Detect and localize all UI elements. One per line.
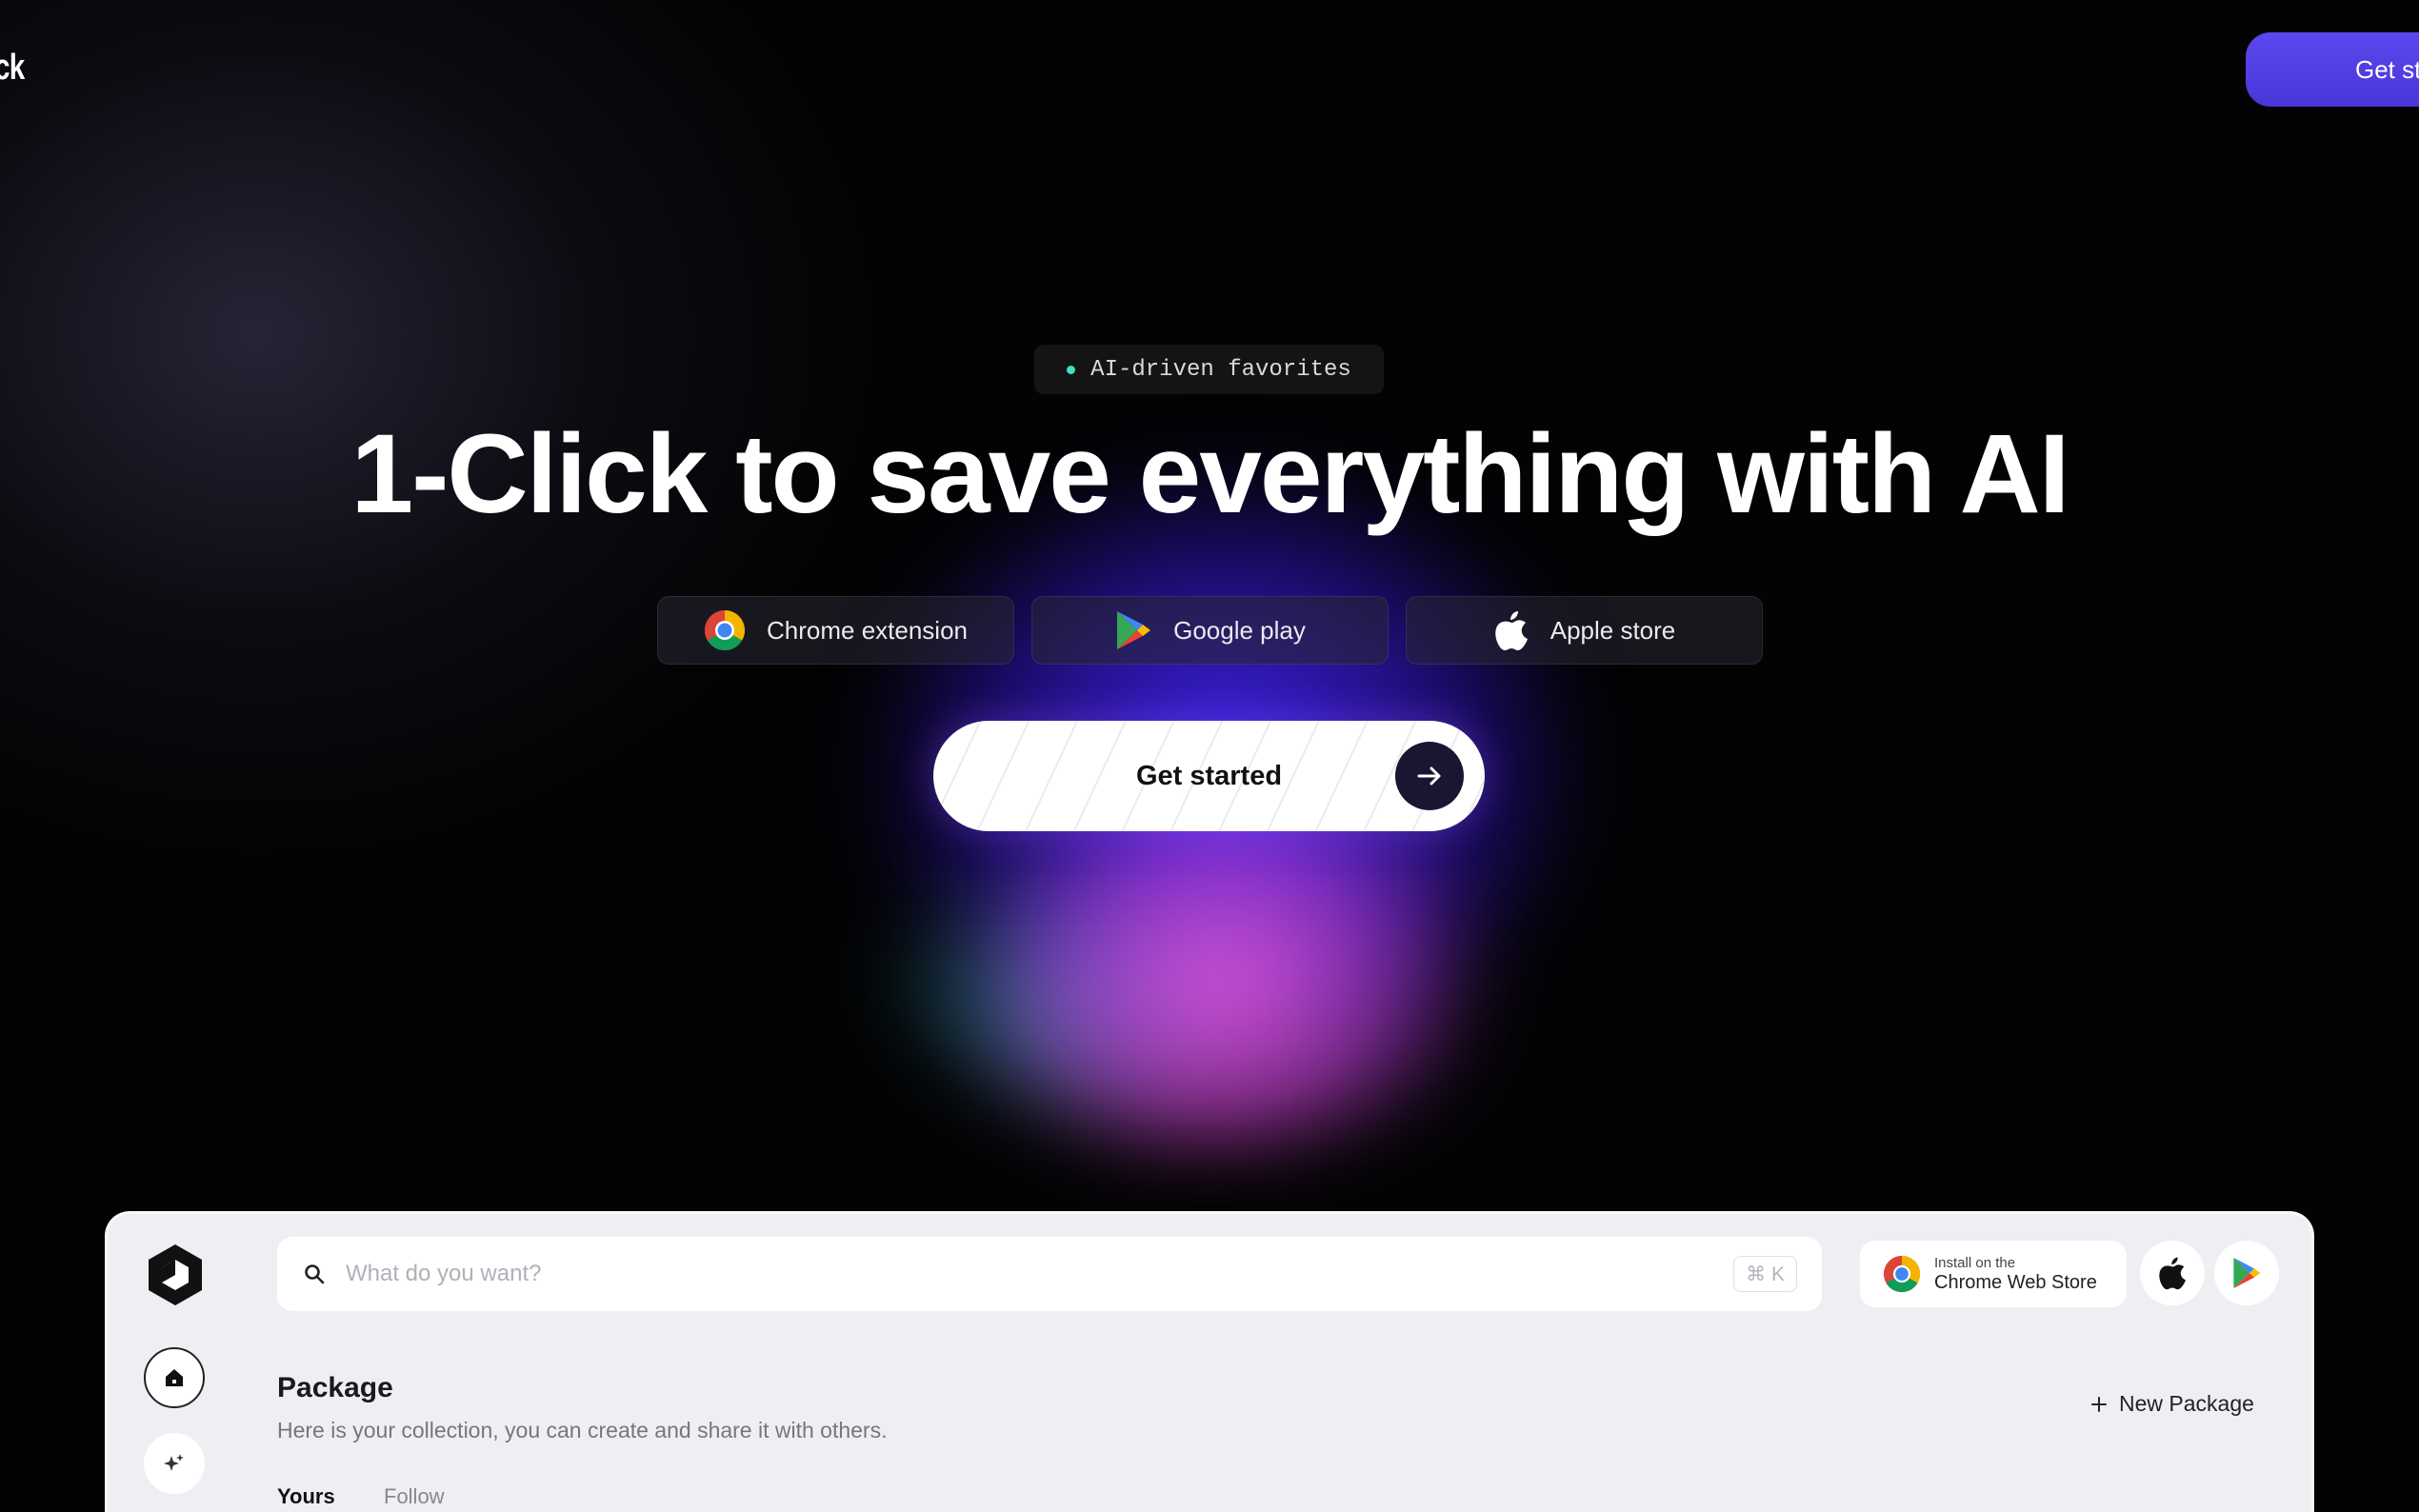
new-package-button[interactable]: New Package xyxy=(2090,1391,2254,1417)
search-input[interactable] xyxy=(346,1261,1660,1287)
google-play-round-button[interactable] xyxy=(2214,1241,2279,1305)
app-logo-icon[interactable] xyxy=(146,1243,205,1307)
landing-page: ck Get st AI-driven favorites 1-Click to… xyxy=(0,0,2419,1512)
badge-label: AI-driven favorites xyxy=(1090,356,1351,383)
arrow-right-icon[interactable] xyxy=(1395,742,1464,810)
chrome-icon xyxy=(1883,1255,1921,1293)
home-nav-button[interactable] xyxy=(144,1347,205,1408)
chrome-store-text: Install on the Chrome Web Store xyxy=(1934,1255,2097,1294)
chrome-icon xyxy=(704,610,746,651)
google-play-icon xyxy=(2233,1258,2261,1288)
tab-yours[interactable]: Yours xyxy=(277,1484,335,1509)
search-bar[interactable]: ⌘ K xyxy=(277,1237,1822,1311)
shortcut-hint: ⌘ K xyxy=(1733,1256,1797,1292)
hero-badge: AI-driven favorites xyxy=(1034,345,1384,394)
app-preview-panel: ⌘ K Install on the Chrome Web Store xyxy=(105,1211,2314,1512)
package-description: Here is your collection, you can create … xyxy=(277,1418,888,1442)
chrome-web-store-button[interactable]: Install on the Chrome Web Store xyxy=(1860,1241,2127,1307)
tab-follow[interactable]: Follow xyxy=(384,1484,445,1509)
chrome-extension-button[interactable]: Chrome extension xyxy=(657,596,1014,665)
apple-store-label: Apple store xyxy=(1549,615,1676,645)
get-started-button[interactable]: Get started xyxy=(933,721,1485,831)
apple-store-round-button[interactable] xyxy=(2140,1241,2205,1305)
apple-icon xyxy=(2159,1257,2186,1290)
status-dot-icon xyxy=(1067,365,1076,374)
sparkles-icon xyxy=(164,1454,184,1471)
home-icon xyxy=(166,1369,183,1386)
search-icon xyxy=(305,1264,325,1284)
brand-logo-text[interactable]: ck xyxy=(0,48,25,89)
chrome-store-small-label: Install on the xyxy=(1934,1254,2016,1271)
plus-icon xyxy=(2091,1396,2107,1412)
ai-nav-button[interactable] xyxy=(144,1433,205,1494)
chrome-store-label: Chrome Web Store xyxy=(1934,1271,2097,1293)
nav-get-started-button[interactable]: Get st xyxy=(2246,32,2419,107)
google-play-label: Google play xyxy=(1173,615,1306,645)
apple-icon xyxy=(1495,611,1528,650)
new-package-label: New Package xyxy=(2119,1391,2254,1416)
package-title: Package xyxy=(277,1372,393,1403)
apple-store-button[interactable]: Apple store xyxy=(1406,596,1763,665)
google-play-icon xyxy=(1117,611,1151,649)
chrome-extension-label: Chrome extension xyxy=(767,615,968,645)
store-buttons: Chrome extension Google play Apple store xyxy=(657,596,1763,665)
google-play-button[interactable]: Google play xyxy=(1031,596,1389,665)
hero-title: 1-Click to save everything with AI xyxy=(350,411,2069,537)
